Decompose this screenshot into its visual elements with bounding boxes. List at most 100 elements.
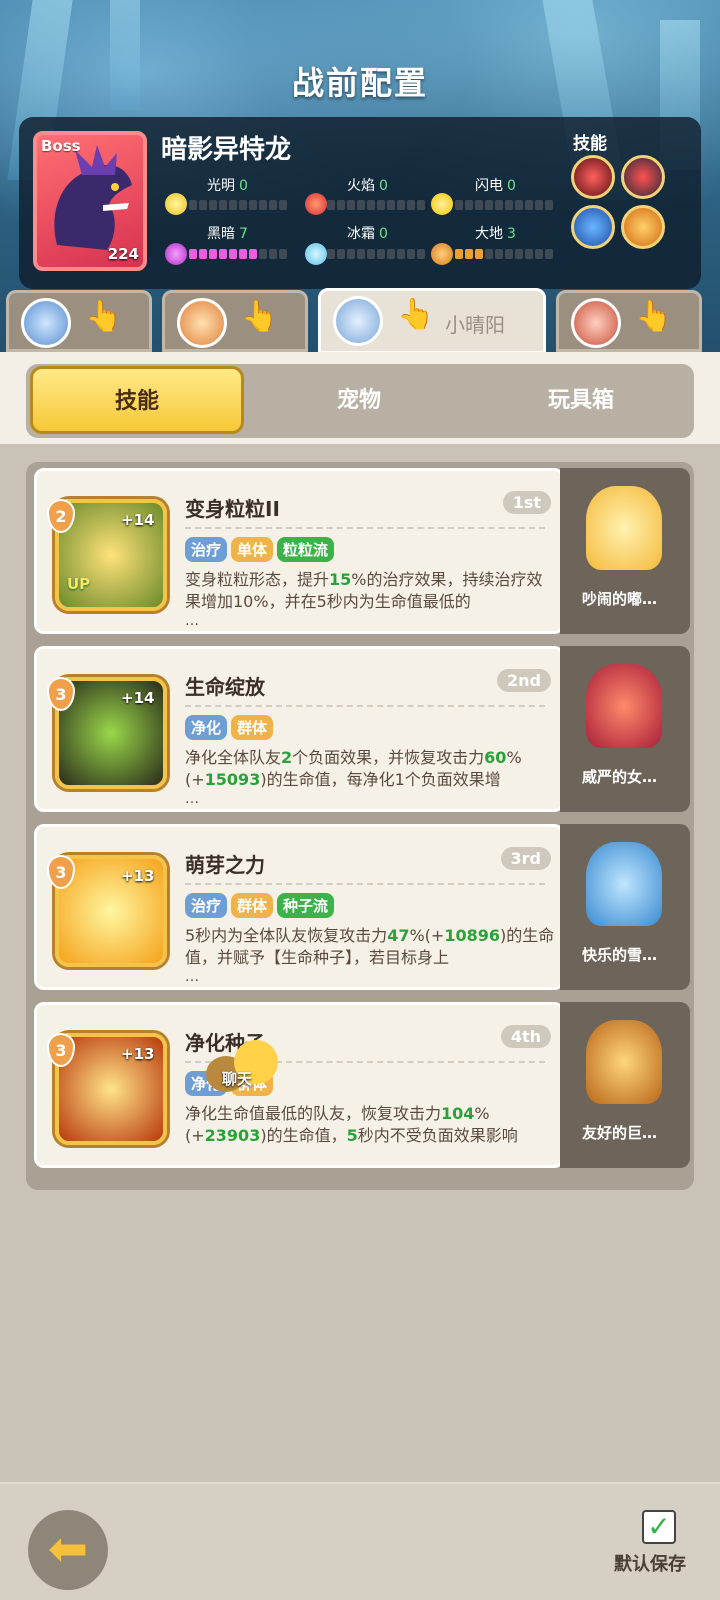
default-save-label: 默认保存 — [614, 1554, 686, 1575]
skill-list: 2 +14 UP 变身粒粒II 1st 治疗 单体 粒粒流 变身粒粒形态，提升1… — [26, 462, 694, 1190]
tap-hand-icon: 👆 — [635, 299, 673, 334]
bite-icon[interactable] — [571, 155, 615, 199]
skill-card[interactable]: 3 +14 生命绽放 2nd 净化 群体 净化全体队友2个负面效果，并恢复攻击力… — [34, 646, 564, 812]
skill-tag: 群体 — [231, 893, 274, 918]
skill-tags: 净化 群体 — [185, 715, 274, 740]
bar-segment — [475, 249, 483, 259]
bar-segment — [269, 200, 277, 210]
skill-up-badge: UP — [67, 575, 91, 593]
bar-segment — [347, 249, 355, 259]
skill-card[interactable]: 3 +13 萌芽之力 3rd 治疗 群体 种子流 5秒内为全体队友恢复攻击力47… — [34, 824, 564, 990]
skill-card[interactable]: 2 +14 UP 变身粒粒II 1st 治疗 单体 粒粒流 变身粒粒形态，提升1… — [34, 468, 564, 634]
bar-segment — [397, 200, 405, 210]
tab-pets[interactable]: 宠物 — [248, 364, 470, 438]
category-panel: 技能 宠物 玩具箱 — [0, 352, 720, 444]
bar-segment — [229, 249, 237, 259]
bar-segment — [347, 200, 355, 210]
bar-segment — [515, 249, 523, 259]
bar-segment — [249, 200, 257, 210]
bar-segment — [485, 200, 493, 210]
pet-giant-icon — [586, 1020, 662, 1104]
lightning-icon[interactable] — [571, 205, 615, 249]
skill-tag: 治疗 — [185, 893, 228, 918]
skill-card[interactable]: 3 +13 净化种子 4th 净化 群体 净化生命值最低的队友，恢复攻击力104… — [34, 1002, 564, 1168]
tab-skills[interactable]: 技能 — [30, 366, 244, 434]
pet-slot[interactable]: 吵闹的嘟… — [560, 468, 690, 634]
bar-segment — [475, 200, 483, 210]
tap-hand-icon: 👆 — [241, 299, 279, 334]
bar-segment — [465, 249, 473, 259]
element-light-bar — [189, 200, 287, 210]
element-earth: 大地 3 — [475, 226, 516, 242]
skill-tag: 单体 — [231, 537, 274, 562]
divider — [185, 883, 545, 885]
default-save-checkbox[interactable]: ✓ — [642, 1510, 676, 1544]
hero-red-hair-avatar — [571, 298, 621, 348]
pet-name: 快乐的雪… — [582, 946, 658, 964]
bar-segment — [377, 249, 385, 259]
pet-duck-icon — [586, 486, 662, 570]
element-frost: 冰霜 0 — [347, 226, 388, 242]
bar-segment — [495, 200, 503, 210]
bottom-bar: ⬅ ✓ 默认保存 — [0, 1482, 720, 1600]
bar-segment — [495, 249, 503, 259]
bar-segment — [337, 200, 345, 210]
crown-icon[interactable] — [621, 205, 665, 249]
hero-blue-hair-avatar — [21, 298, 71, 348]
skill-plus: +14 — [121, 511, 155, 529]
pet-slot[interactable]: 快乐的雪… — [560, 824, 690, 990]
bar-segment — [545, 249, 553, 259]
skill-description: 净化全体队友2个负面效果，并恢复攻击力60%(+15093)的生命值，每净化1个… — [185, 748, 522, 789]
bar-segment — [259, 249, 267, 259]
bar-segment — [505, 200, 513, 210]
bar-segment — [357, 200, 365, 210]
bar-segment — [387, 249, 395, 259]
hero-tab-2[interactable]: 👆 — [162, 290, 308, 352]
bar-segment — [269, 249, 277, 259]
moon-icon — [165, 243, 187, 265]
dragon-head-icon[interactable] — [621, 155, 665, 199]
boss-portrait[interactable]: Boss 224 — [33, 131, 147, 271]
skill-description-ellipsis: … — [185, 613, 199, 629]
pet-slot[interactable]: 威严的女… — [560, 646, 690, 812]
hero-tab-4[interactable]: 👆 — [556, 290, 702, 352]
bar-segment — [455, 200, 463, 210]
bar-segment — [417, 200, 425, 210]
skill-plus: +14 — [121, 689, 155, 707]
bar-segment — [199, 249, 207, 259]
skill-plus: +13 — [121, 867, 155, 885]
element-dark-bar — [189, 249, 287, 259]
divider — [185, 527, 545, 529]
bar-segment — [525, 200, 533, 210]
chat-button[interactable]: 聊天 — [206, 1040, 282, 1100]
bar-segment — [219, 200, 227, 210]
earth-icon — [431, 243, 453, 265]
bar-segment — [327, 200, 335, 210]
hero-tab-3[interactable]: 👆 小晴阳 — [318, 288, 546, 354]
skill-description: 净化生命值最低的队友，恢复攻击力104%(+23903)的生命值，5秒内不受负面… — [185, 1104, 518, 1145]
element-frost-bar — [327, 249, 425, 259]
arrow-left-icon: ⬅ — [47, 1521, 89, 1577]
boss-panel: Boss 224 暗影异特龙 光明 0 火焰 0 闪电 0 黑暗 7 冰霜 0 大地 3 技… — [19, 117, 701, 289]
tap-hand-icon: 👆 — [397, 297, 435, 332]
skill-title: 萌芽之力 — [185, 853, 265, 877]
back-button[interactable]: ⬅ — [28, 1510, 108, 1590]
hero-silver-hair-avatar — [333, 296, 383, 346]
element-fire: 火焰 0 — [347, 178, 388, 194]
bar-segment — [505, 249, 513, 259]
bar-segment — [199, 200, 207, 210]
bar-segment — [397, 249, 405, 259]
skill-description: 5秒内为全体队友恢复攻击力47%(+10896)的生命值，并赋予【生命种子】，若… — [185, 926, 555, 967]
bar-segment — [377, 200, 385, 210]
element-light: 光明 0 — [207, 178, 248, 194]
bar-segment — [535, 200, 543, 210]
bar-segment — [229, 200, 237, 210]
lightning-icon — [431, 193, 453, 215]
bar-segment — [525, 249, 533, 259]
bar-segment — [455, 249, 463, 259]
skill-title: 生命绽放 — [185, 675, 265, 699]
pet-slot[interactable]: 友好的巨… — [560, 1002, 690, 1168]
tab-toybox[interactable]: 玩具箱 — [470, 364, 692, 438]
bar-segment — [327, 249, 335, 259]
hero-tab-1[interactable]: 👆 — [6, 290, 152, 352]
